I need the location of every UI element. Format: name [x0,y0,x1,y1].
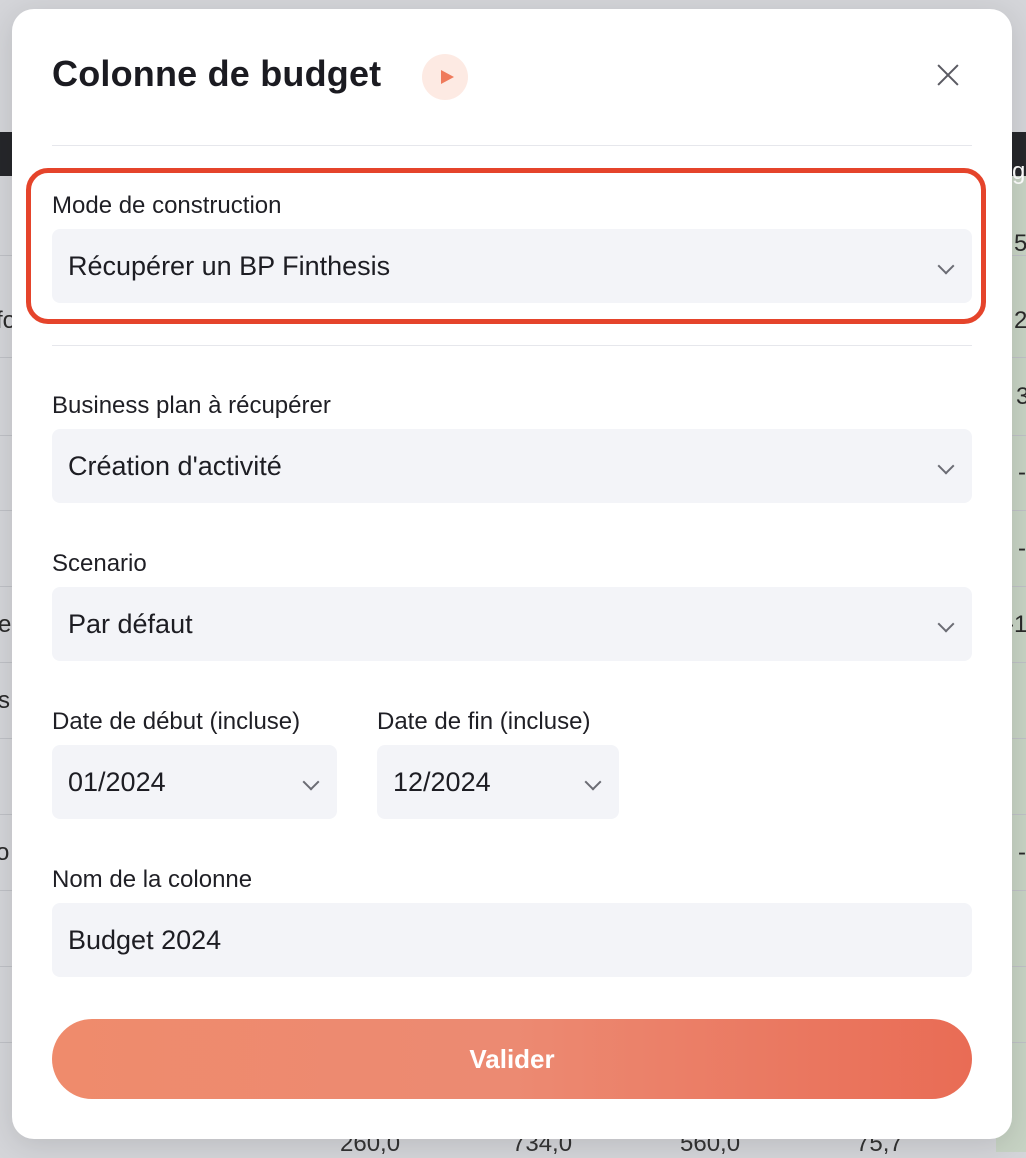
column-name-value: Budget 2024 [68,924,222,955]
submit-button[interactable]: Valider [52,1019,972,1099]
column-name-label: Nom de la colonne [52,866,253,893]
business-plan-value: Création d'activité [68,450,282,481]
scenario-value: Par défaut [68,608,193,639]
end-date-select[interactable]: 12/2024 [377,745,619,819]
background-cell: s [0,687,10,714]
start-date-label: Date de début (incluse) [52,708,301,735]
business-plan-label: Business plan à récupérer [52,392,331,419]
chevron-down-icon [302,773,320,791]
background-cell: - [1018,535,1026,562]
background-cell: 2 [1014,307,1026,334]
background-cell: - [1018,459,1026,486]
play-icon[interactable] [422,54,468,100]
column-name-input[interactable]: Budget 2024 [52,903,972,977]
divider [52,145,972,146]
end-date-label: Date de fin (incluse) [377,708,591,735]
start-date-value: 01/2024 [68,766,166,797]
background-cell: o [0,839,10,866]
divider [52,345,972,346]
budget-column-modal: Colonne de budget Mode de construction R… [12,9,1012,1139]
construction-mode-label: Mode de construction [52,192,282,219]
chevron-down-icon [937,257,955,275]
business-plan-select[interactable]: Création d'activité [52,429,972,503]
construction-mode-value: Récupérer un BP Finthesis [68,250,391,281]
chevron-down-icon [584,773,602,791]
start-date-select[interactable]: 01/2024 [52,745,337,819]
end-date-value: 12/2024 [393,766,491,797]
background-cell: - [1018,839,1026,866]
background-cell: e [0,611,12,638]
chevron-down-icon [937,615,955,633]
construction-mode-select[interactable]: Récupérer un BP Finthesis [52,229,972,303]
scenario-select[interactable]: Par défaut [52,587,972,661]
scenario-label: Scenario [52,550,147,577]
modal-title: Colonne de budget [52,53,382,94]
chevron-down-icon [937,457,955,475]
close-icon[interactable] [930,57,966,93]
background-cell: 3 [1016,383,1026,410]
background-cell: 5 [1014,230,1026,257]
background-cell: g [1012,158,1026,185]
